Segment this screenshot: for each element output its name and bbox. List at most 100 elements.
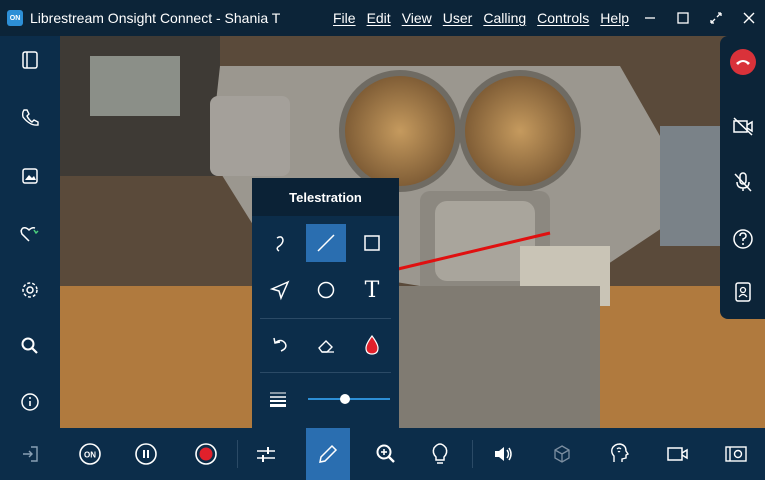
camera-image bbox=[60, 36, 765, 428]
favorites-icon bbox=[20, 227, 39, 242]
freehand-icon bbox=[276, 236, 284, 252]
close-icon bbox=[743, 12, 754, 24]
undo-icon bbox=[273, 337, 287, 352]
contact-card-button[interactable] bbox=[720, 272, 765, 312]
text-tool-icon: T bbox=[364, 277, 380, 303]
3d-box-icon bbox=[554, 445, 570, 463]
line-tool-button[interactable] bbox=[306, 224, 346, 262]
search-icon bbox=[21, 337, 38, 354]
3d-view-button[interactable] bbox=[542, 434, 582, 474]
eraser-icon bbox=[318, 340, 334, 353]
video-off-button[interactable] bbox=[720, 106, 765, 146]
exit-icon bbox=[23, 446, 38, 462]
line-width-slider-thumb[interactable] bbox=[339, 394, 350, 404]
eraser-button[interactable] bbox=[306, 326, 346, 364]
window-title: Librestream Onsight Connect - Shania T bbox=[30, 10, 281, 26]
app-logo-icon: ON bbox=[7, 10, 23, 26]
search-button[interactable] bbox=[0, 326, 60, 366]
minimize-icon bbox=[644, 17, 655, 19]
arrow-pointer-icon bbox=[269, 280, 290, 301]
calls-button[interactable] bbox=[0, 98, 60, 138]
close-button[interactable] bbox=[732, 0, 765, 36]
contact-card-icon bbox=[734, 282, 751, 302]
menu-calling[interactable]: Calling bbox=[483, 10, 526, 26]
line-icon bbox=[317, 234, 335, 252]
settings-gear-icon bbox=[22, 282, 38, 298]
pencil-icon bbox=[319, 444, 338, 463]
pause-icon bbox=[135, 443, 157, 465]
end-call-button[interactable] bbox=[720, 42, 765, 82]
adjust-button[interactable] bbox=[246, 434, 286, 474]
menu-file[interactable]: File bbox=[333, 10, 356, 26]
gallery-button[interactable] bbox=[0, 156, 60, 196]
help-button[interactable] bbox=[720, 219, 765, 259]
light-button[interactable] bbox=[420, 434, 460, 474]
rectangle-icon bbox=[364, 235, 380, 251]
record-button[interactable] bbox=[186, 434, 226, 474]
exit-button[interactable] bbox=[0, 434, 60, 474]
window-controls bbox=[633, 0, 765, 36]
expand-icon bbox=[709, 12, 722, 24]
pause-button[interactable] bbox=[126, 434, 166, 474]
end-call-icon bbox=[729, 49, 756, 75]
menu-bar: File Edit View User Calling Controls Hel… bbox=[333, 10, 640, 26]
menu-help[interactable]: Help bbox=[600, 10, 629, 26]
bottom-toolbar: ON bbox=[60, 428, 765, 480]
menu-controls[interactable]: Controls bbox=[537, 10, 589, 26]
toolbar-divider bbox=[237, 440, 238, 468]
maximize-button[interactable] bbox=[666, 0, 699, 36]
speaker-icon bbox=[495, 447, 512, 461]
rectangle-tool-button[interactable] bbox=[352, 224, 392, 262]
tool-divider bbox=[260, 318, 391, 319]
circle-icon bbox=[317, 281, 335, 299]
info-button[interactable] bbox=[0, 382, 60, 422]
gallery-icon bbox=[22, 168, 38, 184]
mic-off-icon bbox=[733, 172, 752, 192]
fullscreen-button[interactable] bbox=[699, 0, 732, 36]
phone-icon bbox=[21, 109, 39, 126]
info-icon bbox=[21, 393, 39, 411]
camera-icon bbox=[667, 447, 688, 461]
menu-view[interactable]: View bbox=[402, 10, 432, 26]
lightbulb-icon bbox=[432, 443, 448, 464]
adjust-icon bbox=[257, 447, 275, 462]
color-drop-icon bbox=[365, 334, 379, 355]
mute-button[interactable] bbox=[720, 162, 765, 202]
video-off-icon bbox=[732, 117, 753, 136]
left-sidebar bbox=[0, 36, 60, 480]
on-button[interactable]: ON bbox=[70, 434, 110, 474]
menu-edit[interactable]: Edit bbox=[367, 10, 391, 26]
title-bar: ON Librestream Onsight Connect - Shania … bbox=[0, 0, 765, 36]
freehand-tool-button[interactable] bbox=[260, 224, 300, 262]
video-feed[interactable] bbox=[60, 36, 765, 428]
undo-button[interactable] bbox=[260, 326, 300, 364]
menu-user[interactable]: User bbox=[443, 10, 473, 26]
maximize-icon bbox=[676, 12, 689, 24]
line-width-icon bbox=[270, 392, 286, 407]
telestration-panel: Telestration T bbox=[252, 178, 399, 428]
record-icon bbox=[195, 443, 217, 465]
tool-divider bbox=[260, 372, 391, 373]
settings-button[interactable] bbox=[0, 270, 60, 310]
zoom-button[interactable] bbox=[366, 434, 406, 474]
camera-button[interactable] bbox=[658, 434, 698, 474]
circle-tool-button[interactable] bbox=[306, 271, 346, 309]
arrow-tool-button[interactable] bbox=[260, 271, 300, 309]
panel-toggle-icon bbox=[22, 51, 38, 69]
right-rail bbox=[720, 36, 765, 319]
on-icon: ON bbox=[79, 443, 101, 465]
telestration-button[interactable] bbox=[306, 428, 350, 480]
voice-assist-button[interactable] bbox=[600, 434, 640, 474]
color-picker-button[interactable] bbox=[352, 326, 392, 364]
snapshot-button[interactable] bbox=[716, 434, 756, 474]
favorites-button[interactable] bbox=[0, 214, 60, 254]
voice-assist-icon bbox=[611, 443, 630, 462]
help-icon bbox=[732, 229, 753, 249]
minimize-button[interactable] bbox=[633, 0, 666, 36]
on-icon-label: ON bbox=[84, 451, 96, 460]
telestration-title: Telestration bbox=[252, 178, 399, 216]
panel-toggle-button[interactable] bbox=[0, 40, 60, 80]
line-width-button[interactable] bbox=[258, 380, 298, 418]
text-tool-button[interactable]: T bbox=[352, 271, 392, 309]
speaker-button[interactable] bbox=[484, 434, 524, 474]
